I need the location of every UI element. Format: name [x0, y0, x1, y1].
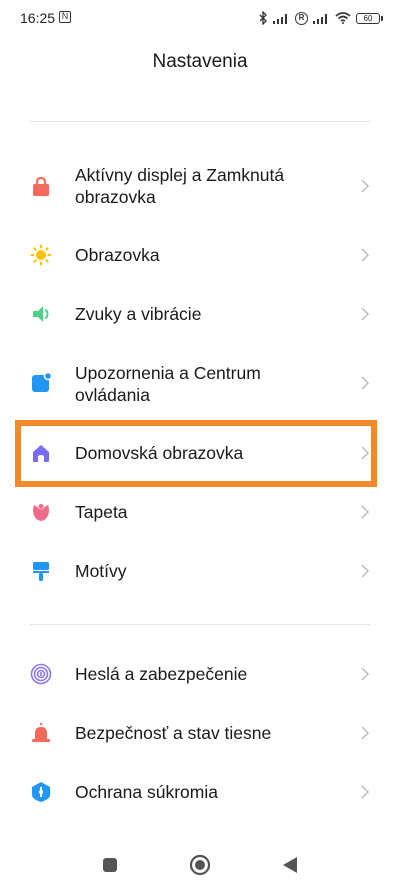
settings-item-label: Bezpečnosť a stav tiesne: [75, 723, 272, 743]
settings-item-label: Domovská obrazovka: [75, 443, 244, 463]
chevron-right-icon: [361, 505, 370, 519]
settings-item-display[interactable]: Obrazovka: [0, 232, 400, 278]
recents-icon[interactable]: [102, 857, 118, 873]
navigation-bar: [0, 840, 400, 889]
chevron-right-icon: [361, 307, 370, 321]
paint-roller-icon: [33, 562, 49, 581]
settings-item-themes[interactable]: Motívy: [0, 548, 400, 594]
signal-icon: [313, 13, 327, 24]
settings-item-wallpaper[interactable]: Tapeta: [0, 489, 400, 535]
privacy-shield-icon: [32, 782, 50, 802]
settings-item-lock-screen[interactable]: Aktívny displej a Zamknutá obrazovka: [0, 160, 400, 215]
brightness-icon: [30, 244, 52, 266]
settings-item-label: Aktívny displej a Zamknutá obrazovka: [75, 165, 285, 207]
divider: [30, 624, 370, 625]
fingerprint-icon: [30, 663, 52, 685]
settings-item-privacy[interactable]: Ochrana súkromia: [0, 769, 400, 815]
home-circle-icon[interactable]: [189, 854, 211, 876]
settings-item-label: Upozornenia a Centrum ovládania: [75, 363, 261, 405]
chevron-right-icon: [361, 248, 370, 262]
settings-item-label: Tapeta: [75, 502, 128, 522]
chevron-right-icon: [361, 785, 370, 799]
status-bar: 16:25 N R 60: [0, 0, 400, 40]
speaker-icon: [33, 306, 49, 322]
nfc-icon: N: [59, 11, 71, 23]
chevron-right-icon: [361, 564, 370, 578]
tulip-icon: [33, 504, 49, 521]
roaming-icon: R: [295, 11, 308, 25]
status-time: 16:25: [20, 10, 56, 26]
settings-item-home-screen[interactable]: Domovská obrazovka: [0, 430, 400, 476]
chevron-right-icon: [361, 376, 370, 390]
chevron-right-icon: [361, 179, 370, 193]
settings-item-safety-emergency[interactable]: Bezpečnosť a stav tiesne: [0, 710, 400, 756]
battery-icon: 60: [356, 12, 383, 24]
wifi-icon: [335, 12, 351, 24]
home-icon: [33, 445, 49, 462]
signal-icon: [273, 13, 287, 24]
lock-icon: [33, 176, 49, 196]
status-icons: R 60: [259, 9, 383, 27]
settings-item-passwords-security[interactable]: Heslá a zabezpečenie: [0, 651, 400, 697]
chevron-right-icon: [361, 667, 370, 681]
bluetooth-icon: [259, 11, 267, 25]
settings-item-label: Motívy: [75, 561, 127, 581]
back-icon[interactable]: [282, 856, 298, 874]
settings-item-notifications[interactable]: Upozornenia a Centrum ovládania: [0, 357, 400, 412]
settings-item-sounds[interactable]: Zvuky a vibrácie: [0, 291, 400, 337]
page-title: Nastavenia: [152, 51, 248, 72]
settings-item-label: Heslá a zabezpečenie: [75, 664, 248, 684]
settings-item-label: Ochrana súkromia: [75, 782, 218, 802]
settings-item-label: Zvuky a vibrácie: [75, 304, 202, 324]
notification-icon: [32, 372, 52, 392]
settings-item-label: Obrazovka: [75, 245, 160, 265]
chevron-right-icon: [361, 446, 370, 460]
chevron-right-icon: [361, 726, 370, 740]
alarm-icon: [32, 723, 50, 742]
divider: [30, 121, 370, 122]
